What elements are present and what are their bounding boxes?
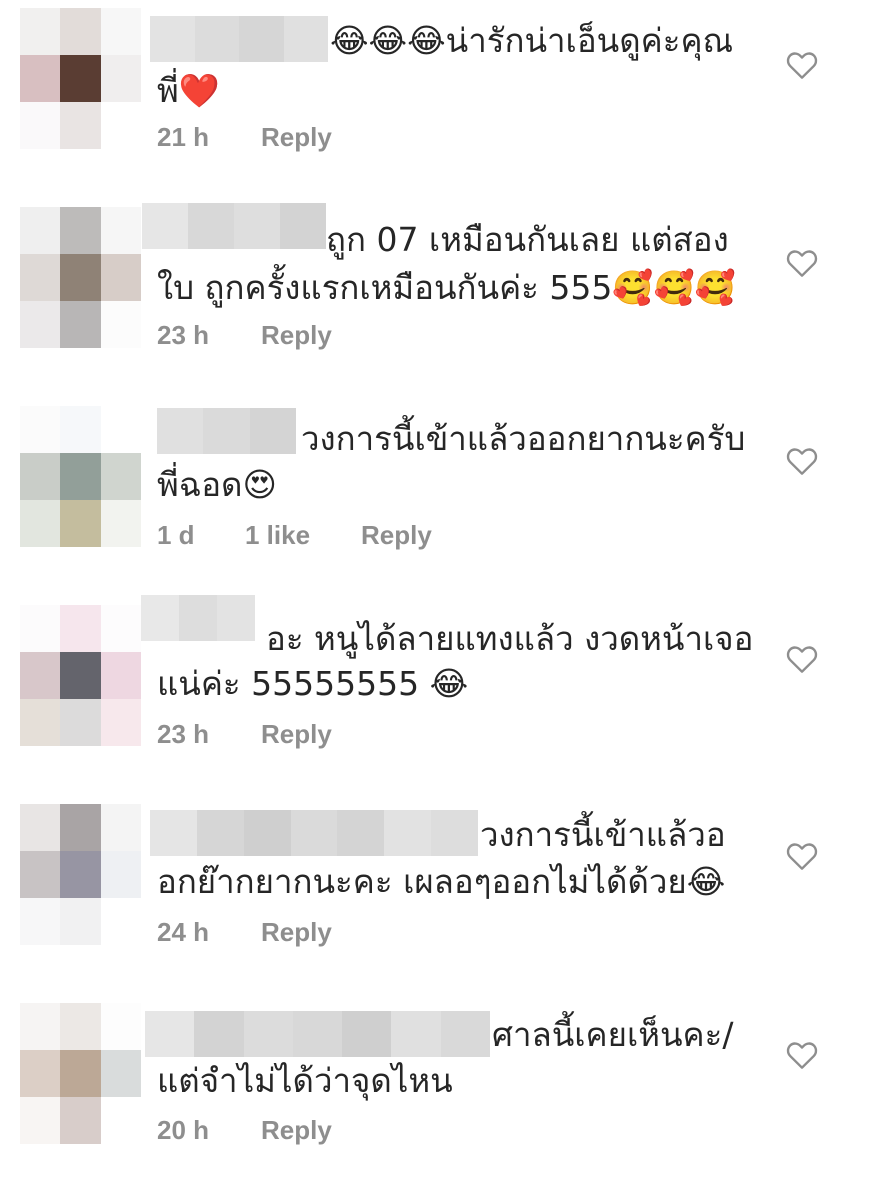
heart-outline-icon[interactable] — [786, 1040, 818, 1070]
comment-text-line2: แน่ค่ะ 55555555 😂 — [157, 664, 469, 703]
avatar[interactable] — [20, 406, 141, 547]
reply-button[interactable]: Reply — [261, 122, 332, 153]
comment-timestamp: 23 h — [157, 320, 210, 350]
comment-text-line1: ถูก 07 เหมือนกันเลย แต่สอง — [326, 220, 729, 259]
avatar[interactable] — [20, 1003, 141, 1144]
comment-text-line2: พี่ฉอด😍 — [157, 465, 277, 504]
avatar[interactable] — [20, 605, 141, 746]
comment-timestamp: 23 h — [157, 719, 210, 749]
comment-text-line1: 😂😂😂น่ารักน่าเอ็นดูค่ะคุณ — [330, 21, 734, 60]
comment-text-line1: อะ หนูได้ลายแทงแล้ว งวดหน้าเจอ — [266, 619, 754, 658]
comment-text-line2: พี่❤️ — [157, 71, 220, 110]
blurred-username[interactable] — [150, 16, 328, 62]
comment-timestamp: 24 h — [157, 917, 210, 947]
blurred-username[interactable] — [141, 595, 255, 641]
heart-outline-icon[interactable] — [786, 50, 818, 80]
heart-outline-icon[interactable] — [786, 446, 818, 476]
comment-item: 😂😂😂น่ารักน่าเอ็นดูค่ะคุณ พี่❤️ 21 h Repl… — [0, 0, 869, 199]
heart-outline-icon[interactable] — [786, 841, 818, 871]
comment-timestamp: 20 h — [157, 1115, 210, 1145]
reply-button[interactable]: Reply — [261, 917, 332, 948]
comment-text-line1: วงการนี้เข้าแล้วอ — [480, 815, 726, 854]
heart-outline-icon[interactable] — [786, 644, 818, 674]
comment-item: ศาลนี้เคยเห็นคะ/ แต่จำไม่ได้ว่าจุดไหน 20… — [0, 995, 869, 1194]
avatar[interactable] — [20, 804, 141, 945]
avatar[interactable] — [20, 207, 141, 348]
comment-text-line2: อกย๊ากยากนะคะ เผลอๆออกไม่ได้ด้วย😂 — [157, 862, 726, 901]
comment-item: วงการนี้เข้าแล้วออกยากนะครับ พี่ฉอด😍 1 d… — [0, 398, 869, 597]
comment-timestamp: 21 h — [157, 122, 210, 152]
comment-timestamp: 1 d — [157, 520, 195, 550]
blurred-username[interactable] — [157, 408, 296, 454]
blurred-username[interactable] — [145, 1011, 490, 1057]
avatar[interactable] — [20, 8, 141, 149]
reply-button[interactable]: Reply — [261, 1115, 332, 1146]
reply-button[interactable]: Reply — [361, 520, 432, 551]
heart-outline-icon[interactable] — [786, 248, 818, 278]
blurred-username[interactable] — [150, 810, 479, 856]
comment-text-line2: ใบ ถูกครั้งแรกเหมือนกันค่ะ 555🥰🥰🥰 — [157, 268, 736, 307]
comment-item: ถูก 07 เหมือนกันเลย แต่สอง ใบ ถูกครั้งแร… — [0, 199, 869, 398]
blurred-username[interactable] — [142, 203, 326, 249]
comment-text-line1: วงการนี้เข้าแล้วออกยากนะครับ — [301, 419, 746, 458]
comment-item: อะ หนูได้ลายแทงแล้ว งวดหน้าเจอ แน่ค่ะ 55… — [0, 595, 869, 796]
comment-text-line2: แต่จำไม่ได้ว่าจุดไหน — [157, 1061, 453, 1100]
reply-button[interactable]: Reply — [261, 320, 332, 351]
comment-item: วงการนี้เข้าแล้วอ อกย๊ากยากนะคะ เผลอๆออก… — [0, 796, 869, 995]
comment-text-line1: ศาลนี้เคยเห็นคะ/ — [492, 1015, 734, 1054]
like-count[interactable]: 1 like — [245, 520, 310, 551]
reply-button[interactable]: Reply — [261, 719, 332, 750]
